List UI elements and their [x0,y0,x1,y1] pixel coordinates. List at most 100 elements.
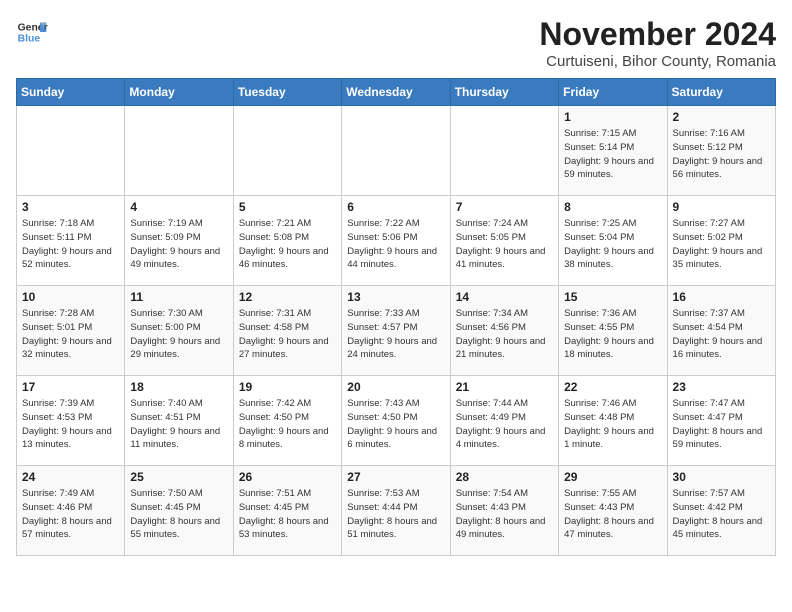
week-row-1: 1 Sunrise: 7:15 AM Sunset: 5:14 PM Daylig… [17,106,776,196]
calendar-cell: 1 Sunrise: 7:15 AM Sunset: 5:14 PM Daylig… [559,106,667,196]
day-number: 21 [456,380,553,394]
day-number: 24 [22,470,119,484]
calendar-cell: 22Sunrise: 7:46 AM Sunset: 4:48 PM Dayli… [559,376,667,466]
calendar-cell: 27Sunrise: 7:53 AM Sunset: 4:44 PM Dayli… [342,466,450,556]
day-number: 19 [239,380,336,394]
calendar-cell: 26 Sunrise: 7:51 AM Sunset: 4:45 PM Dayli… [233,466,341,556]
day-number: 25 [130,470,227,484]
day-info: Sunrise: 7:57 AM Sunset: 4:42 PM Dayligh… [673,487,770,542]
calendar-cell: 2Sunrise: 7:16 AM Sunset: 5:12 PM Daylig… [667,106,775,196]
calendar-cell [17,106,125,196]
calendar-cell: 12 Sunrise: 7:31 AM Sunset: 4:58 PM Dayli… [233,286,341,376]
day-info: Sunrise: 7:46 AM Sunset: 4:48 PM Dayligh… [564,397,661,452]
day-info: Sunrise: 7:31 AM Sunset: 4:58 PM Dayligh… [239,307,336,362]
day-header-tuesday: Tuesday [233,79,341,106]
day-info: Sunrise: 7:44 AM Sunset: 4:49 PM Dayligh… [456,397,553,452]
calendar-cell [233,106,341,196]
calendar-cell: 13Sunrise: 7:33 AM Sunset: 4:57 PM Dayli… [342,286,450,376]
day-info: Sunrise: 7:28 AM Sunset: 5:01 PM Dayligh… [22,307,119,362]
day-info: Sunrise: 7:42 AM Sunset: 4:50 PM Dayligh… [239,397,336,452]
logo: General Blue [16,16,48,48]
day-number: 26 [239,470,336,484]
day-number: 28 [456,470,553,484]
week-row-2: 3Sunrise: 7:18 AM Sunset: 5:11 PM Daylig… [17,196,776,286]
day-info: Sunrise: 7:15 AM Sunset: 5:14 PM Dayligh… [564,127,661,182]
day-info: Sunrise: 7:54 AM Sunset: 4:43 PM Dayligh… [456,487,553,542]
day-number: 27 [347,470,444,484]
day-header-saturday: Saturday [667,79,775,106]
day-number: 5 [239,200,336,214]
day-info: Sunrise: 7:43 AM Sunset: 4:50 PM Dayligh… [347,397,444,452]
day-info: Sunrise: 7:40 AM Sunset: 4:51 PM Dayligh… [130,397,227,452]
day-number: 14 [456,290,553,304]
calendar-cell: 15 Sunrise: 7:36 AM Sunset: 4:55 PM Dayli… [559,286,667,376]
page-subtitle: Curtuiseni, Bihor County, Romania [539,53,776,70]
day-number: 17 [22,380,119,394]
calendar-cell: 18 Sunrise: 7:40 AM Sunset: 4:51 PM Dayli… [125,376,233,466]
calendar-cell [125,106,233,196]
day-number: 29 [564,470,661,484]
calendar-cell: 17 Sunrise: 7:39 AM Sunset: 4:53 PM Dayli… [17,376,125,466]
day-info: Sunrise: 7:39 AM Sunset: 4:53 PM Dayligh… [22,397,119,452]
header-row: SundayMondayTuesdayWednesdayThursdayFrid… [17,79,776,106]
calendar-cell: 8 Sunrise: 7:25 AM Sunset: 5:04 PM Daylig… [559,196,667,286]
day-info: Sunrise: 7:22 AM Sunset: 5:06 PM Dayligh… [347,217,444,272]
day-info: Sunrise: 7:16 AM Sunset: 5:12 PM Dayligh… [673,127,770,182]
day-info: Sunrise: 7:51 AM Sunset: 4:45 PM Dayligh… [239,487,336,542]
calendar-cell [450,106,558,196]
day-info: Sunrise: 7:18 AM Sunset: 5:11 PM Dayligh… [22,217,119,272]
week-row-5: 24Sunrise: 7:49 AM Sunset: 4:46 PM Dayli… [17,466,776,556]
day-header-thursday: Thursday [450,79,558,106]
day-info: Sunrise: 7:30 AM Sunset: 5:00 PM Dayligh… [130,307,227,362]
day-number: 1 [564,110,661,124]
day-number: 10 [22,290,119,304]
day-info: Sunrise: 7:50 AM Sunset: 4:45 PM Dayligh… [130,487,227,542]
day-info: Sunrise: 7:24 AM Sunset: 5:05 PM Dayligh… [456,217,553,272]
day-number: 4 [130,200,227,214]
day-info: Sunrise: 7:27 AM Sunset: 5:02 PM Dayligh… [673,217,770,272]
day-number: 8 [564,200,661,214]
day-number: 9 [673,200,770,214]
day-info: Sunrise: 7:34 AM Sunset: 4:56 PM Dayligh… [456,307,553,362]
calendar-cell: 30 Sunrise: 7:57 AM Sunset: 4:42 PM Dayli… [667,466,775,556]
day-info: Sunrise: 7:21 AM Sunset: 5:08 PM Dayligh… [239,217,336,272]
day-info: Sunrise: 7:36 AM Sunset: 4:55 PM Dayligh… [564,307,661,362]
day-number: 23 [673,380,770,394]
page-header: General Blue November 2024 Curtuiseni, B… [16,16,776,70]
calendar-cell: 16Sunrise: 7:37 AM Sunset: 4:54 PM Dayli… [667,286,775,376]
week-row-4: 17 Sunrise: 7:39 AM Sunset: 4:53 PM Dayli… [17,376,776,466]
calendar-cell: 6 Sunrise: 7:22 AM Sunset: 5:06 PM Daylig… [342,196,450,286]
day-number: 6 [347,200,444,214]
calendar-cell: 5 Sunrise: 7:21 AM Sunset: 5:08 PM Daylig… [233,196,341,286]
day-number: 15 [564,290,661,304]
day-number: 20 [347,380,444,394]
logo-icon: General Blue [16,16,48,48]
week-row-3: 10 Sunrise: 7:28 AM Sunset: 5:01 PM Dayli… [17,286,776,376]
day-header-wednesday: Wednesday [342,79,450,106]
day-info: Sunrise: 7:19 AM Sunset: 5:09 PM Dayligh… [130,217,227,272]
calendar-body: 1 Sunrise: 7:15 AM Sunset: 5:14 PM Daylig… [17,106,776,556]
day-info: Sunrise: 7:55 AM Sunset: 4:43 PM Dayligh… [564,487,661,542]
calendar-cell [342,106,450,196]
day-header-friday: Friday [559,79,667,106]
day-info: Sunrise: 7:25 AM Sunset: 5:04 PM Dayligh… [564,217,661,272]
day-header-sunday: Sunday [17,79,125,106]
page-title: November 2024 [539,16,776,53]
day-number: 18 [130,380,227,394]
calendar-cell: 7Sunrise: 7:24 AM Sunset: 5:05 PM Daylig… [450,196,558,286]
calendar-cell: 11 Sunrise: 7:30 AM Sunset: 5:00 PM Dayli… [125,286,233,376]
title-block: November 2024 Curtuiseni, Bihor County, … [539,16,776,70]
day-number: 11 [130,290,227,304]
day-header-monday: Monday [125,79,233,106]
calendar-cell: 14 Sunrise: 7:34 AM Sunset: 4:56 PM Dayli… [450,286,558,376]
calendar-cell: 21 Sunrise: 7:44 AM Sunset: 4:49 PM Dayli… [450,376,558,466]
calendar-table: SundayMondayTuesdayWednesdayThursdayFrid… [16,78,776,556]
calendar-cell: 20 Sunrise: 7:43 AM Sunset: 4:50 PM Dayli… [342,376,450,466]
day-number: 12 [239,290,336,304]
calendar-cell: 23 Sunrise: 7:47 AM Sunset: 4:47 PM Dayli… [667,376,775,466]
calendar-header: SundayMondayTuesdayWednesdayThursdayFrid… [17,79,776,106]
day-info: Sunrise: 7:47 AM Sunset: 4:47 PM Dayligh… [673,397,770,452]
day-number: 16 [673,290,770,304]
day-number: 30 [673,470,770,484]
calendar-cell: 25 Sunrise: 7:50 AM Sunset: 4:45 PM Dayli… [125,466,233,556]
